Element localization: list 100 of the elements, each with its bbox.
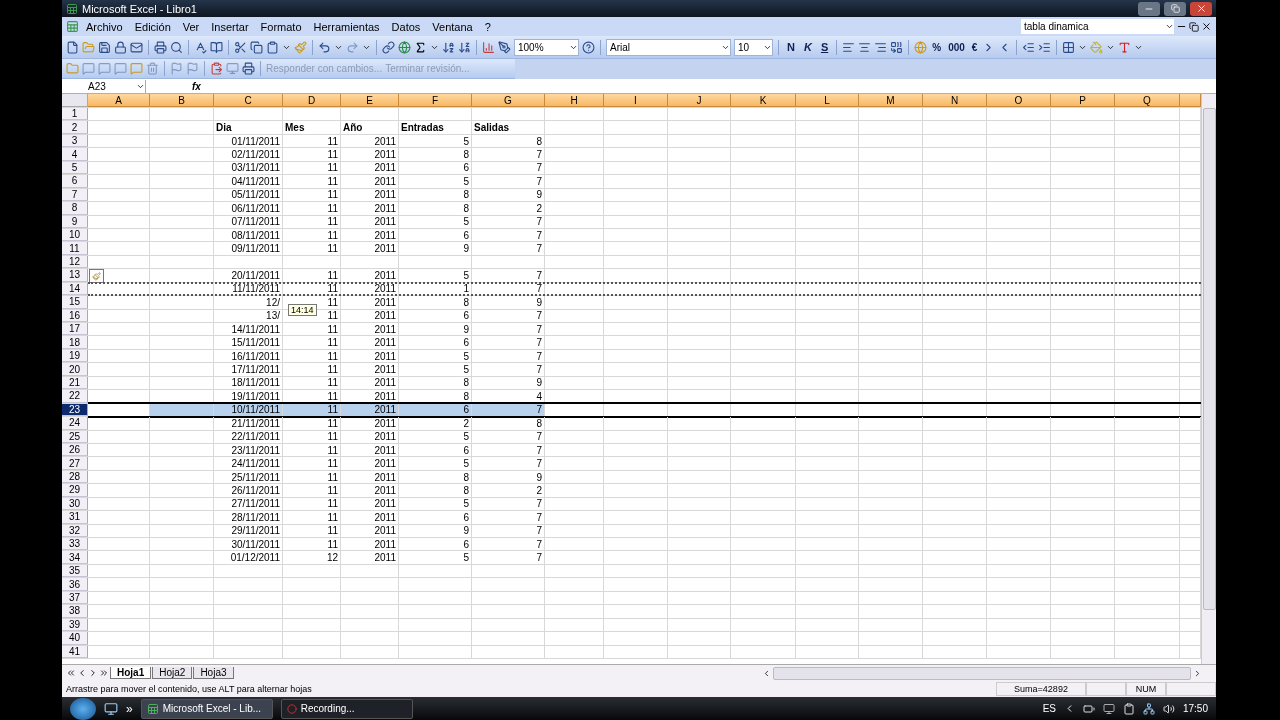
name-box[interactable]: A23 xyxy=(62,79,146,93)
number-format-button[interactable]: % xyxy=(930,41,944,53)
function-button[interactable]: fx xyxy=(186,80,207,92)
lock-icon[interactable] xyxy=(114,40,127,54)
font-field[interactable]: Arial xyxy=(606,38,731,56)
row-header[interactable]: 6 xyxy=(62,175,88,188)
menu-item[interactable]: Insertar xyxy=(206,19,254,34)
more-button[interactable]: » xyxy=(126,701,133,716)
number-format-button[interactable]: 000 xyxy=(946,41,967,53)
horizontal-scrollbar[interactable] xyxy=(762,666,1202,680)
merge-icon[interactable] xyxy=(890,40,904,54)
paste-icon[interactable] xyxy=(266,40,279,54)
borders-icon[interactable] xyxy=(1062,40,1076,54)
row-header[interactable]: 31 xyxy=(62,511,88,524)
column-header[interactable]: C xyxy=(214,94,283,107)
mail-icon[interactable] xyxy=(130,40,143,54)
preview-icon[interactable] xyxy=(170,40,183,54)
minimize-button[interactable] xyxy=(1138,1,1160,16)
row-header[interactable]: 13 xyxy=(62,269,88,282)
battery-icon[interactable] xyxy=(1082,702,1095,715)
column-header[interactable]: P xyxy=(1051,94,1115,107)
link-icon[interactable] xyxy=(382,40,395,54)
sheet-tab[interactable]: Hoja1 xyxy=(110,667,152,679)
row-header[interactable]: 36 xyxy=(62,578,88,591)
menu-item[interactable]: Datos xyxy=(386,19,426,34)
clock[interactable]: 17:50 xyxy=(1182,703,1208,714)
menu-item[interactable]: Ver xyxy=(177,19,205,34)
sheet-tab[interactable]: Hoja2 xyxy=(152,667,193,679)
row-header[interactable]: 34 xyxy=(62,551,88,564)
row-header[interactable]: 15 xyxy=(62,296,88,309)
row-header[interactable]: 8 xyxy=(62,202,88,215)
cut-icon[interactable] xyxy=(234,40,247,54)
menu-item[interactable]: Herramientas xyxy=(308,19,385,34)
column-header[interactable]: H xyxy=(545,94,604,107)
zoom-field[interactable]: 100% xyxy=(514,38,579,56)
taskbar-button[interactable]: Microsoft Excel - Lib... xyxy=(140,698,273,719)
paste-options-icon[interactable] xyxy=(89,269,104,284)
row-header[interactable]: 33 xyxy=(62,538,88,551)
previous-sheet-icon[interactable] xyxy=(77,668,87,678)
help-search-field[interactable]: tabla dinamica xyxy=(1021,19,1174,34)
book-icon[interactable] xyxy=(210,40,223,54)
align-right-icon[interactable] xyxy=(874,40,888,54)
align-center-icon[interactable] xyxy=(858,40,872,54)
row-header[interactable]: 1 xyxy=(62,108,88,121)
sheet-tab[interactable]: Hoja3 xyxy=(193,667,234,679)
row-header[interactable]: 11 xyxy=(62,242,88,255)
font-style-button[interactable]: K xyxy=(800,41,815,53)
taskbar-button[interactable]: Recording... xyxy=(280,698,413,719)
help-icon[interactable] xyxy=(582,40,595,54)
last-sheet-icon[interactable] xyxy=(99,668,109,678)
sum-icon[interactable] xyxy=(414,40,427,54)
indent-icon[interactable] xyxy=(1038,40,1052,54)
row-header[interactable]: 38 xyxy=(62,605,88,618)
column-header[interactable]: M xyxy=(859,94,923,107)
column-header[interactable]: N xyxy=(923,94,987,107)
column-header[interactable]: J xyxy=(668,94,731,107)
excel-icon[interactable] xyxy=(66,2,78,15)
vertical-scrollbar[interactable] xyxy=(1201,94,1216,664)
spellcheck-icon[interactable] xyxy=(194,40,207,54)
font-color-icon[interactable] xyxy=(1118,40,1132,54)
save-icon[interactable] xyxy=(98,40,111,54)
row-header[interactable]: 20 xyxy=(62,363,88,376)
undo-icon[interactable] xyxy=(318,40,331,54)
column-header[interactable]: A xyxy=(88,94,150,107)
scroll-right-icon[interactable] xyxy=(1193,668,1202,678)
printer-icon[interactable] xyxy=(242,62,255,75)
column-header[interactable]: L xyxy=(796,94,859,107)
font-style-button[interactable]: N xyxy=(784,41,798,53)
restore-icon[interactable] xyxy=(1189,21,1199,32)
next-sheet-icon[interactable] xyxy=(88,668,98,678)
font-style-button[interactable]: S xyxy=(817,41,832,53)
column-header[interactable]: B xyxy=(150,94,214,107)
column-header[interactable]: O xyxy=(987,94,1051,107)
column-header[interactable]: I xyxy=(604,94,668,107)
align-left-icon[interactable] xyxy=(842,40,856,54)
volume-icon[interactable] xyxy=(1162,702,1175,715)
row-header[interactable]: 2 xyxy=(62,121,88,134)
row-header[interactable]: 22 xyxy=(62,390,88,403)
row-header[interactable]: 4 xyxy=(62,148,88,161)
row-header[interactable]: 27 xyxy=(62,457,88,470)
track-changes-icon[interactable] xyxy=(210,62,223,75)
scroll-left-icon[interactable] xyxy=(762,668,771,678)
print-icon[interactable] xyxy=(154,40,167,54)
close-button[interactable] xyxy=(1190,1,1212,16)
close-icon[interactable] xyxy=(1201,21,1212,32)
row-header[interactable]: 29 xyxy=(62,484,88,497)
sort-descending-icon[interactable] xyxy=(458,40,471,54)
chart-icon[interactable] xyxy=(482,40,495,54)
font-size-field[interactable]: 10 xyxy=(734,38,773,56)
row-header[interactable]: 17 xyxy=(62,323,88,336)
monitor-icon[interactable] xyxy=(1102,702,1115,715)
column-header[interactable]: Q xyxy=(1115,94,1180,107)
start-button[interactable] xyxy=(70,697,96,720)
column-header[interactable]: F xyxy=(399,94,472,107)
column-header[interactable]: K xyxy=(731,94,796,107)
desktop-icon[interactable] xyxy=(104,701,118,716)
menu-item[interactable]: Formato xyxy=(255,19,307,34)
clipboard-icon[interactable] xyxy=(1122,702,1135,715)
sort-ascending-icon[interactable] xyxy=(442,40,455,54)
first-sheet-icon[interactable] xyxy=(66,668,76,678)
